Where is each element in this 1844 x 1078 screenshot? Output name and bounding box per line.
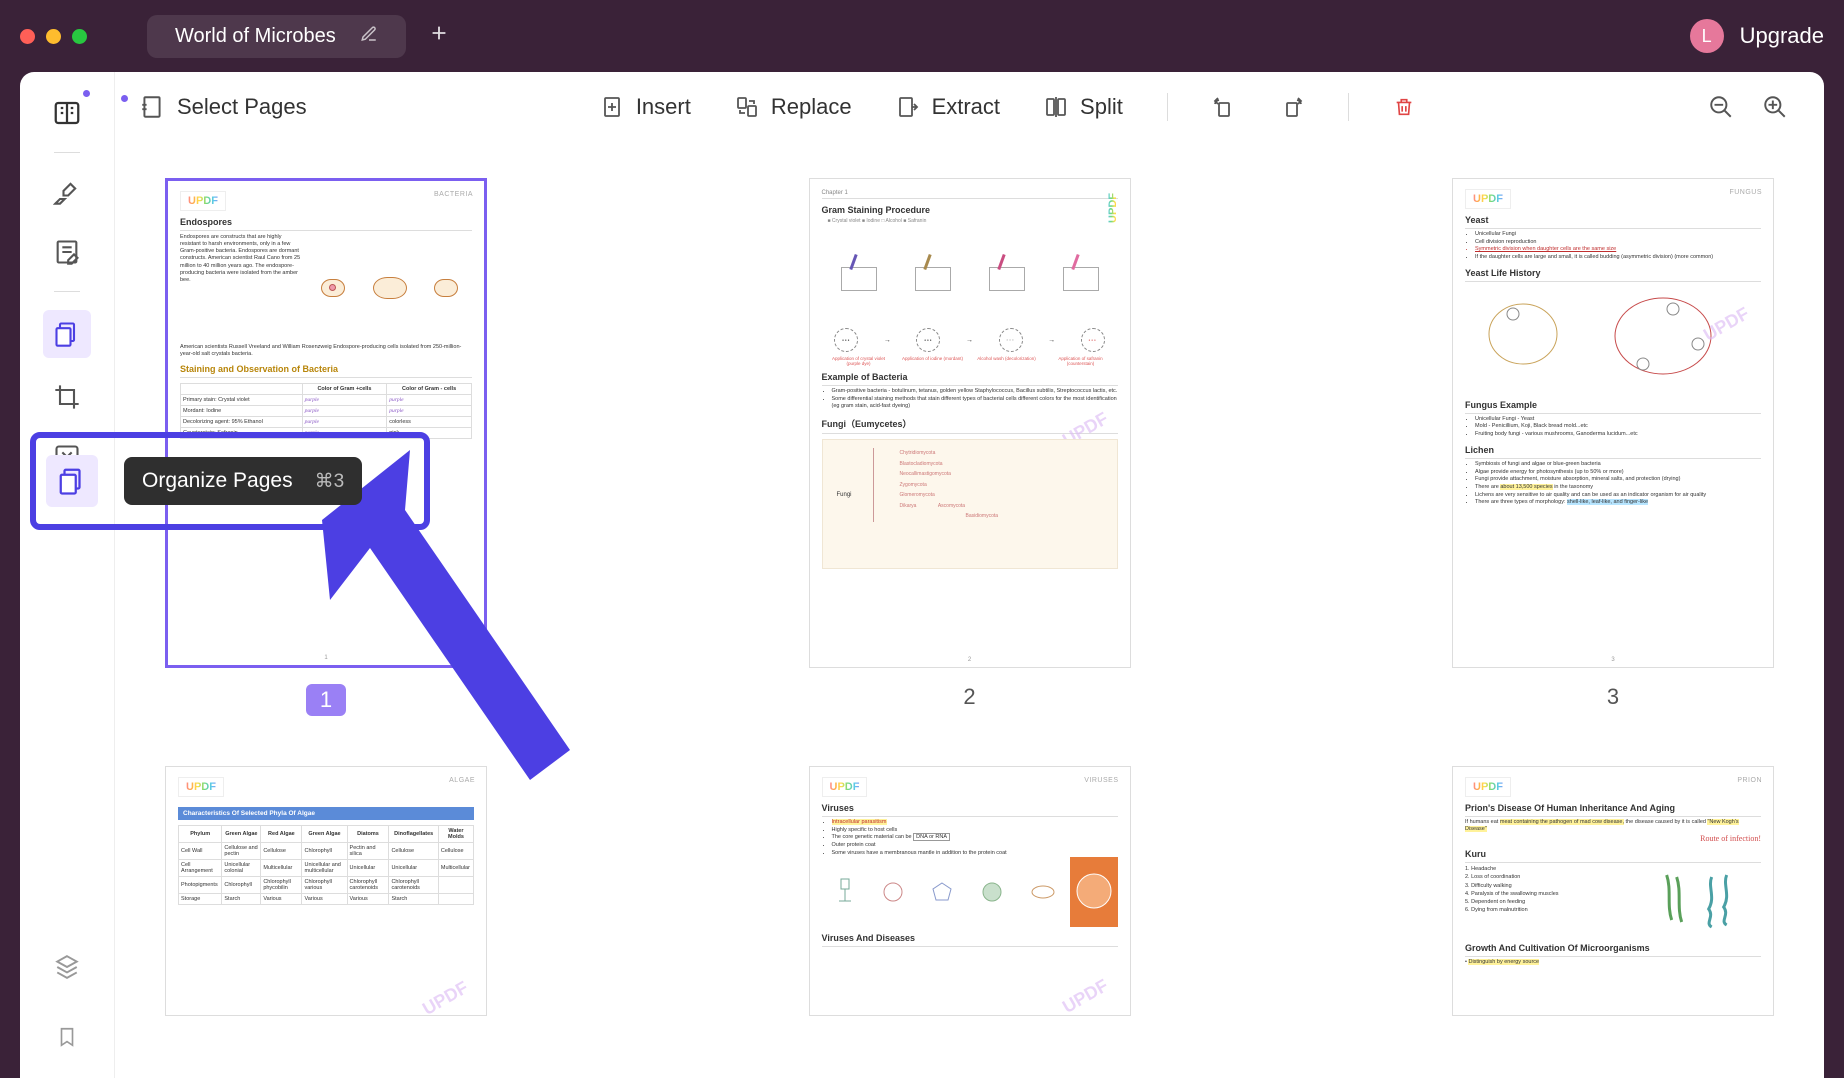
- tooltip-shortcut: ⌘3: [315, 470, 345, 493]
- heading: Fungus Example: [1465, 400, 1761, 410]
- algae-table: PhylumGreen AlgaeRed AlgaeGreen AlgaeDia…: [178, 825, 474, 905]
- rotate-right-button[interactable]: [1280, 95, 1304, 119]
- reader-mode-icon[interactable]: [46, 92, 88, 134]
- page-category: FUNGUS: [1729, 189, 1762, 196]
- tab-title: World of Microbes: [175, 25, 336, 48]
- upgrade-button[interactable]: Upgrade: [1740, 23, 1824, 49]
- insert-label: Insert: [636, 94, 691, 120]
- brand-logo: UPDF: [185, 193, 221, 209]
- page-thumbnail-2[interactable]: Chapter 1 UPDF Gram Staining Procedure ■…: [809, 178, 1131, 668]
- brand-logo: UPDF: [1470, 779, 1506, 795]
- traffic-lights: [20, 29, 87, 44]
- select-pages-label: Select Pages: [177, 94, 307, 120]
- page-category: VIRUSES: [1084, 777, 1118, 784]
- tooltip-label: Organize Pages: [142, 469, 293, 493]
- heading: Staining and Observation of Bacteria: [180, 364, 472, 374]
- app-window: Select Pages Insert Replace Extract Spli…: [20, 72, 1824, 1078]
- tutorial-callout: Organize Pages ⌘3: [30, 432, 430, 530]
- brand-logo: UPDF: [183, 779, 219, 795]
- handwriting-annotation: Route of infection!: [1465, 834, 1761, 843]
- split-label: Split: [1080, 94, 1123, 120]
- notification-dot: [83, 90, 90, 97]
- page-thumbnail-3[interactable]: UPDF FUNGUS Yeast Unicellular Fungi Cell…: [1452, 178, 1774, 668]
- extract-label: Extract: [932, 94, 1000, 120]
- heading: Kuru: [1465, 849, 1761, 859]
- heading: Example of Bacteria: [822, 372, 1118, 382]
- brand-logo: UPDF: [1104, 191, 1122, 225]
- left-sidebar: [20, 72, 115, 1078]
- window-minimize-button[interactable]: [46, 29, 61, 44]
- heading: Endospores: [180, 217, 472, 227]
- sidebar-separator: [54, 291, 80, 292]
- crop-icon[interactable]: [46, 376, 88, 418]
- edit-text-icon[interactable]: [46, 231, 88, 273]
- select-pages-button[interactable]: Select Pages: [139, 94, 307, 120]
- diagram-gram-procedure: [822, 224, 1118, 334]
- notification-dot: [121, 95, 128, 102]
- delete-page-button[interactable]: [1393, 95, 1415, 119]
- gram-stain-table: Color of Gram +cellsColor of Gram - cell…: [180, 383, 472, 439]
- page-category: BACTERIA: [434, 191, 473, 198]
- bookmark-icon[interactable]: [46, 1016, 88, 1058]
- toolbar: Select Pages Insert Replace Extract Spli…: [115, 72, 1824, 142]
- highlighter-icon[interactable]: [46, 171, 88, 213]
- heading: Yeast: [1465, 215, 1761, 225]
- chapter-label: Chapter 1: [822, 190, 848, 196]
- page-category: ALGAE: [449, 777, 475, 784]
- page-category: PRION: [1737, 777, 1762, 784]
- page-thumbnail-grid[interactable]: UPDF BACTERIA Endospores Endospores are …: [115, 142, 1824, 1078]
- heading: Viruses: [822, 803, 1118, 813]
- zoom-out-button[interactable]: [1708, 94, 1734, 120]
- brand-logo: UPDF: [1470, 191, 1506, 207]
- page-thumbnail-6[interactable]: UPDF PRION Prion's Disease Of Human Inhe…: [1452, 766, 1774, 1016]
- heading: Fungi（Eumycetes）: [822, 417, 1118, 430]
- diagram-prion: [1642, 865, 1761, 937]
- body-text: Endospores are constructs that are highl…: [180, 234, 303, 284]
- insert-button[interactable]: Insert: [600, 94, 691, 120]
- extract-button[interactable]: Extract: [896, 94, 1000, 120]
- heading: Yeast Life History: [1465, 268, 1761, 278]
- zoom-in-button[interactable]: [1762, 94, 1788, 120]
- page-number-badge: 1: [306, 684, 346, 716]
- replace-button[interactable]: Replace: [735, 94, 852, 120]
- titlebar: World of Microbes L Upgrade: [0, 0, 1844, 72]
- organize-pages-highlight-icon: [46, 455, 98, 507]
- main-area: Select Pages Insert Replace Extract Spli…: [115, 72, 1824, 1078]
- replace-label: Replace: [771, 94, 852, 120]
- page-number: 2: [963, 684, 975, 710]
- heading: Lichen: [1465, 445, 1761, 455]
- window-close-button[interactable]: [20, 29, 35, 44]
- sidebar-separator: [54, 152, 80, 153]
- diagram-virus-structure: [822, 857, 1118, 927]
- rotate-left-button[interactable]: [1212, 95, 1236, 119]
- body-text: American scientists Russell Vreeland and…: [180, 344, 472, 358]
- document-tab[interactable]: World of Microbes: [147, 15, 406, 58]
- page-thumbnail-5[interactable]: UPDF VIRUSES Viruses Intracellular paras…: [809, 766, 1131, 1016]
- avatar[interactable]: L: [1690, 19, 1724, 53]
- organize-pages-tooltip: Organize Pages ⌘3: [124, 457, 362, 505]
- organize-pages-icon[interactable]: [43, 310, 91, 358]
- diagram-endospores: [308, 233, 472, 343]
- heading: Prion's Disease Of Human Inheritance And…: [1465, 803, 1761, 813]
- heading: Characteristics Of Selected Phyla Of Alg…: [178, 807, 474, 820]
- diagram-yeast-life: UPDF: [1465, 284, 1761, 394]
- diagram-fungi-tree: Fungi Chytridiomycota Blastocladiomycota…: [822, 439, 1118, 569]
- page-thumbnail-4[interactable]: UPDF ALGAE Characteristics Of Selected P…: [165, 766, 487, 1016]
- layers-icon[interactable]: [46, 946, 88, 988]
- toolbar-separator: [1348, 93, 1349, 121]
- window-zoom-button[interactable]: [72, 29, 87, 44]
- new-tab-button[interactable]: [428, 22, 450, 51]
- brand-logo: UPDF: [827, 779, 863, 795]
- heading: Growth And Cultivation Of Microorganisms: [1465, 943, 1761, 953]
- heading: Gram Staining Procedure: [822, 205, 1118, 215]
- heading: Viruses And Diseases: [822, 933, 1118, 943]
- edit-tab-icon[interactable]: [360, 25, 378, 48]
- split-button[interactable]: Split: [1044, 94, 1123, 120]
- toolbar-separator: [1167, 93, 1168, 121]
- page-number: 3: [1607, 684, 1619, 710]
- page-thumbnail-1[interactable]: UPDF BACTERIA Endospores Endospores are …: [165, 178, 487, 668]
